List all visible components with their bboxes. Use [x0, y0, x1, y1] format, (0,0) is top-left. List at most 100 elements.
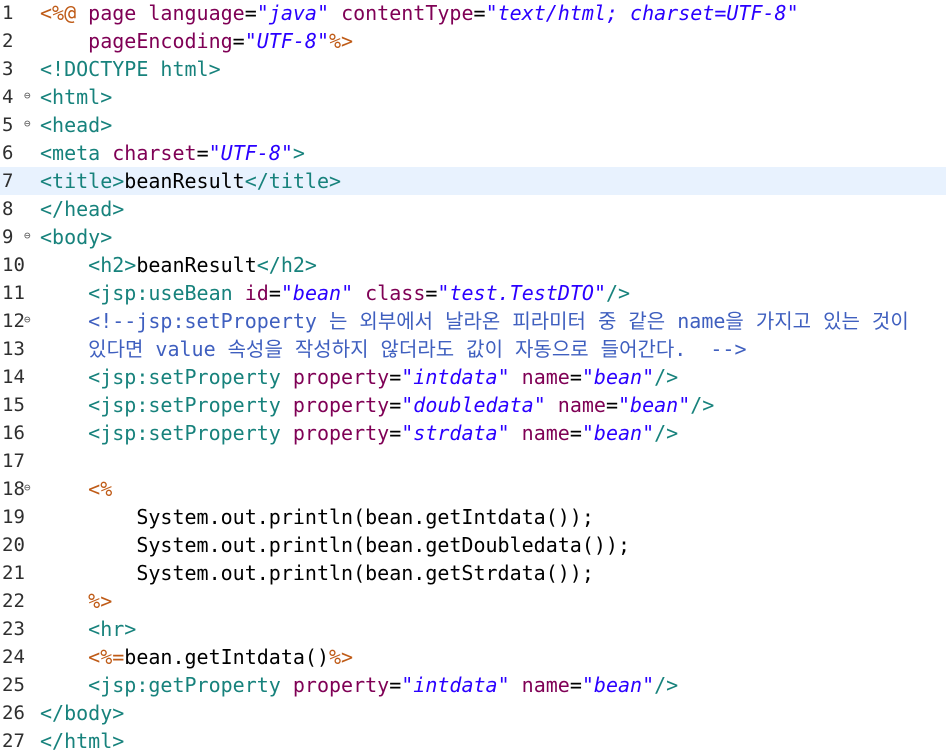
code-token: charset — [112, 141, 197, 165]
code-token: 있다면 value 속성을 작성하지 않더라도 값이 자동으로 들어간다. --… — [88, 337, 747, 361]
code-token: "intdata" — [401, 365, 510, 389]
collapse-minus-icon[interactable]: ⊖ — [24, 111, 31, 137]
collapse-minus-icon[interactable]: ⊖ — [24, 307, 31, 333]
code-text: System.out.println(bean.getIntdata()); — [40, 503, 594, 531]
code-token: <%@ — [40, 1, 77, 25]
code-token: %> — [329, 645, 354, 669]
line-gutter: 19 — [0, 503, 38, 531]
code-line[interactable]: 10 <h2>beanResult</h2> — [0, 251, 946, 279]
code-line[interactable]: 21 System.out.println(bean.getStrdata())… — [0, 559, 946, 587]
code-line[interactable]: 4 ⊖ <html> — [0, 83, 946, 111]
code-token: "UTF-8" — [208, 141, 293, 165]
code-text: <jsp:setProperty property="doubledata" n… — [40, 391, 714, 419]
code-token: pageEncoding — [88, 29, 233, 53]
code-token: /> — [606, 281, 631, 305]
code-line[interactable]: 16 <jsp:setProperty property="strdata" n… — [0, 419, 946, 447]
code-token: = — [569, 673, 582, 697]
code-line[interactable]: 14 <jsp:setProperty property="intdata" n… — [0, 363, 946, 391]
code-line[interactable]: 3 <!DOCTYPE html> — [0, 55, 946, 83]
code-line[interactable]: 2 pageEncoding="UTF-8"%> — [0, 27, 946, 55]
code-token: name — [557, 393, 606, 417]
line-number: 2 — [2, 30, 14, 52]
line-number: 15 — [2, 394, 25, 416]
code-token: page — [88, 1, 137, 25]
code-token: "bean" — [280, 281, 354, 305]
code-line[interactable]: 26 </body> — [0, 699, 946, 727]
code-text: <jsp:getProperty property="intdata" name… — [40, 671, 678, 699]
line-number: 4 — [2, 86, 14, 108]
code-line[interactable]: 1 <%@ page language="java" contentType="t… — [0, 0, 946, 27]
code-token: <jsp:useBean — [88, 281, 233, 305]
code-line[interactable]: 25 <jsp:getProperty property="intdata" n… — [0, 671, 946, 699]
line-gutter: 6 — [0, 139, 38, 167]
code-token: </head> — [40, 197, 125, 221]
line-number: 9 — [2, 226, 14, 248]
code-token: /> — [654, 421, 679, 445]
line-gutter: 12 ⊖ — [0, 307, 38, 335]
code-line[interactable]: 24 <%=bean.getIntdata()%> — [0, 643, 946, 671]
code-token: </body> — [40, 701, 125, 725]
code-text: </body> — [40, 699, 124, 727]
code-line[interactable]: 15 <jsp:setProperty property="doubledata… — [0, 391, 946, 419]
code-token: = — [196, 141, 209, 165]
line-number: 3 — [2, 58, 14, 80]
code-token: = — [569, 421, 582, 445]
code-token: <jsp:setProperty — [88, 365, 281, 389]
code-token: contentType — [341, 1, 474, 25]
code-text: <meta charset="UTF-8"> — [40, 139, 305, 167]
code-line[interactable]: 5 ⊖ <head> — [0, 111, 946, 139]
code-token: language — [148, 1, 245, 25]
code-line[interactable]: 18 ⊖ <% — [0, 475, 946, 503]
line-gutter: 13 — [0, 335, 38, 363]
code-line[interactable]: 13 있다면 value 속성을 작성하지 않더라도 값이 자동으로 들어간다.… — [0, 335, 946, 363]
code-line[interactable]: 9 ⊖ <body> — [0, 223, 946, 251]
collapse-minus-icon[interactable]: ⊖ — [24, 223, 31, 249]
code-text: </html> — [40, 727, 124, 755]
code-line[interactable]: 20 System.out.println(bean.getDoubledata… — [0, 531, 946, 559]
code-line[interactable]: 17 — [0, 447, 946, 475]
code-token: <h2> — [88, 253, 137, 277]
code-text: pageEncoding="UTF-8"%> — [40, 27, 353, 55]
code-text: <jsp:useBean id="bean" class="test.TestD… — [40, 279, 630, 307]
code-text: <!DOCTYPE html> — [40, 55, 221, 83]
line-number: 7 — [2, 170, 14, 192]
code-line[interactable]: 7 <title>beanResult</title> — [0, 167, 946, 195]
code-line[interactable]: 19 System.out.println(bean.getIntdata())… — [0, 503, 946, 531]
code-token: <head> — [40, 113, 113, 137]
line-number: 12 — [2, 310, 25, 332]
code-line[interactable]: 6 <meta charset="UTF-8"> — [0, 139, 946, 167]
line-number: 18 — [2, 478, 25, 500]
code-token: name — [521, 365, 570, 389]
code-token: </h2> — [256, 253, 317, 277]
code-line[interactable]: 22 %> — [0, 587, 946, 615]
line-number: 11 — [2, 282, 25, 304]
code-token: "UTF-8" — [244, 29, 330, 53]
collapse-minus-icon[interactable]: ⊖ — [24, 475, 31, 501]
code-text: %> — [40, 587, 112, 615]
code-text: <h2>beanResult</h2> — [40, 251, 317, 279]
line-gutter: 1 — [0, 0, 38, 27]
code-token: = — [605, 393, 619, 417]
line-gutter: 16 — [0, 419, 38, 447]
code-editor[interactable]: 1 <%@ page language="java" contentType="t… — [0, 0, 946, 754]
code-line[interactable]: 11 <jsp:useBean id="bean" class="test.Te… — [0, 279, 946, 307]
code-text: <!--jsp:setProperty 는 외부에서 날라온 피라미터 중 같은… — [40, 307, 909, 335]
code-token: <jsp:setProperty — [88, 393, 281, 417]
collapse-minus-icon[interactable]: ⊖ — [24, 83, 31, 109]
line-number: 23 — [2, 618, 25, 640]
code-token: <!--jsp:setProperty 는 외부에서 날라온 피라미터 중 같은… — [88, 309, 909, 333]
code-token: </html> — [40, 729, 125, 753]
code-token: = — [389, 673, 402, 697]
code-line[interactable]: 8 </head> — [0, 195, 946, 223]
line-number: 8 — [2, 198, 14, 220]
code-token: = — [389, 365, 402, 389]
code-token: <!DOCTYPE html> — [40, 57, 221, 81]
code-line[interactable]: 27 </html> — [0, 727, 946, 755]
code-line[interactable]: 23 <hr> — [0, 615, 946, 643]
code-line[interactable]: 12 ⊖ <!--jsp:setProperty 는 외부에서 날라온 피라미터 … — [0, 307, 946, 335]
line-gutter: 11 — [0, 279, 38, 307]
